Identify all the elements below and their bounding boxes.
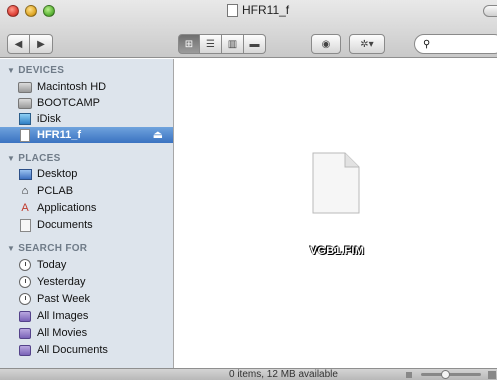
documents-icon bbox=[18, 218, 32, 232]
sidebar-item-label: PCLAB bbox=[37, 185, 74, 197]
column-view-button[interactable]: ▥ bbox=[222, 34, 244, 54]
sidebar-item-hfr11-f[interactable]: HFR11_f ⏏ bbox=[0, 127, 173, 143]
toolbar-toggle-button[interactable] bbox=[483, 5, 497, 17]
clock-icon bbox=[18, 275, 32, 289]
clock-icon bbox=[18, 258, 32, 272]
sidebar-section-places[interactable]: ▼ PLACES bbox=[7, 153, 61, 164]
large-icon-size-icon bbox=[488, 371, 496, 379]
sidebar-item-applications[interactable]: A Applications bbox=[0, 200, 173, 216]
sidebar-item-label: Today bbox=[37, 259, 67, 271]
sidebar-item-all-documents[interactable]: All Documents bbox=[0, 342, 173, 358]
icon-view-button[interactable]: ⊞ bbox=[178, 34, 200, 54]
search-box[interactable]: ⚲ bbox=[414, 34, 497, 54]
back-arrow-icon: ◀ bbox=[14, 38, 23, 50]
volume-icon bbox=[227, 3, 238, 17]
small-icon-size-icon bbox=[406, 372, 412, 378]
sidebar-item-label: Macintosh HD bbox=[37, 81, 107, 93]
file-browser-content[interactable]: VGB1.FIM bbox=[175, 59, 497, 368]
coverflow-view-icon: ▬ bbox=[249, 38, 260, 50]
window-title-text: HFR11_f bbox=[242, 3, 290, 17]
search-icon: ⚲ bbox=[423, 38, 431, 50]
eye-icon: ◉ bbox=[321, 38, 331, 50]
generic-document-icon[interactable] bbox=[311, 152, 361, 214]
coverflow-view-button[interactable]: ▬ bbox=[244, 34, 266, 54]
forward-button[interactable]: ▶ bbox=[30, 34, 53, 54]
hard-drive-icon bbox=[18, 96, 32, 110]
window-titlebar: HFR11_f ◀ ▶ ⊞ ☰ ▥ ▬ ◉ ✲▾ ⚲ bbox=[0, 0, 497, 58]
idisk-icon bbox=[18, 112, 32, 126]
search-input[interactable] bbox=[434, 38, 495, 50]
sidebar-item-idisk[interactable]: iDisk bbox=[0, 111, 173, 127]
sidebar-item-bootcamp[interactable]: BOOTCAMP bbox=[0, 95, 173, 111]
smart-folder-icon bbox=[18, 309, 32, 323]
smart-folder-icon bbox=[18, 326, 32, 340]
sidebar-section-search-for[interactable]: ▼ SEARCH FOR bbox=[7, 243, 87, 254]
sidebar-item-pclab[interactable]: ⌂ PCLAB bbox=[0, 183, 173, 199]
sidebar-item-label: Documents bbox=[37, 219, 93, 231]
disclosure-triangle-icon: ▼ bbox=[7, 244, 16, 253]
desktop-icon bbox=[18, 167, 32, 181]
sidebar-item-documents[interactable]: Documents bbox=[0, 217, 173, 233]
back-button[interactable]: ◀ bbox=[7, 34, 30, 54]
volume-icon bbox=[18, 128, 32, 142]
sidebar-item-macintosh-hd[interactable]: Macintosh HD bbox=[0, 79, 173, 95]
sidebar-item-label: BOOTCAMP bbox=[37, 97, 100, 109]
eject-icon[interactable]: ⏏ bbox=[153, 128, 163, 141]
column-view-icon: ▥ bbox=[227, 38, 238, 50]
forward-arrow-icon: ▶ bbox=[37, 38, 45, 50]
slider-knob[interactable] bbox=[441, 370, 450, 379]
sidebar-item-yesterday[interactable]: Yesterday bbox=[0, 274, 173, 290]
file-name-label[interactable]: VGB1.FIM bbox=[307, 245, 367, 257]
sidebar-item-label: HFR11_f bbox=[37, 129, 82, 141]
window-title: HFR11_f bbox=[227, 3, 289, 17]
sidebar-item-label: Past Week bbox=[37, 293, 90, 305]
sidebar-item-label: Yesterday bbox=[37, 276, 86, 288]
disclosure-triangle-icon: ▼ bbox=[7, 66, 16, 75]
home-icon: ⌂ bbox=[21, 185, 29, 197]
sidebar-item-past-week[interactable]: Past Week bbox=[0, 291, 173, 307]
icon-size-slider[interactable] bbox=[421, 370, 481, 379]
sidebar-item-label: Desktop bbox=[37, 168, 78, 180]
status-bar: 0 items, 12 MB available bbox=[0, 368, 497, 380]
list-view-icon: ☰ bbox=[206, 38, 215, 50]
nav-button-group: ◀ ▶ bbox=[7, 34, 53, 54]
sidebar-item-label: Applications bbox=[37, 202, 97, 214]
zoom-window-button[interactable] bbox=[43, 5, 55, 17]
sidebar-section-devices[interactable]: ▼ DEVICES bbox=[7, 65, 64, 76]
status-text: 0 items, 12 MB available bbox=[229, 369, 338, 380]
sidebar-item-label: All Images bbox=[37, 310, 89, 322]
quicklook-button[interactable]: ◉ bbox=[311, 34, 341, 54]
view-mode-group: ⊞ ☰ ▥ ▬ bbox=[178, 34, 266, 54]
sidebar-item-label: All Documents bbox=[37, 344, 108, 356]
sidebar-item-label: All Movies bbox=[37, 327, 88, 339]
hard-drive-icon bbox=[18, 80, 32, 94]
list-view-button[interactable]: ☰ bbox=[200, 34, 222, 54]
applications-icon: A bbox=[21, 202, 29, 214]
sidebar-item-all-movies[interactable]: All Movies bbox=[0, 325, 173, 341]
disclosure-triangle-icon: ▼ bbox=[7, 154, 16, 163]
gear-icon: ✲▾ bbox=[360, 38, 374, 50]
smart-folder-icon bbox=[18, 343, 32, 357]
clock-icon bbox=[18, 292, 32, 306]
sidebar-item-today[interactable]: Today bbox=[0, 257, 173, 273]
sidebar-item-label: iDisk bbox=[37, 113, 61, 125]
close-window-button[interactable] bbox=[7, 5, 19, 17]
sidebar-item-all-images[interactable]: All Images bbox=[0, 308, 173, 324]
action-menu-button[interactable]: ✲▾ bbox=[349, 34, 385, 54]
minimize-window-button[interactable] bbox=[25, 5, 37, 17]
sidebar-item-desktop[interactable]: Desktop bbox=[0, 166, 173, 182]
sidebar: ▼ DEVICES Macintosh HD BOOTCAMP iDisk HFR… bbox=[0, 59, 174, 368]
icon-view-icon: ⊞ bbox=[184, 38, 194, 50]
